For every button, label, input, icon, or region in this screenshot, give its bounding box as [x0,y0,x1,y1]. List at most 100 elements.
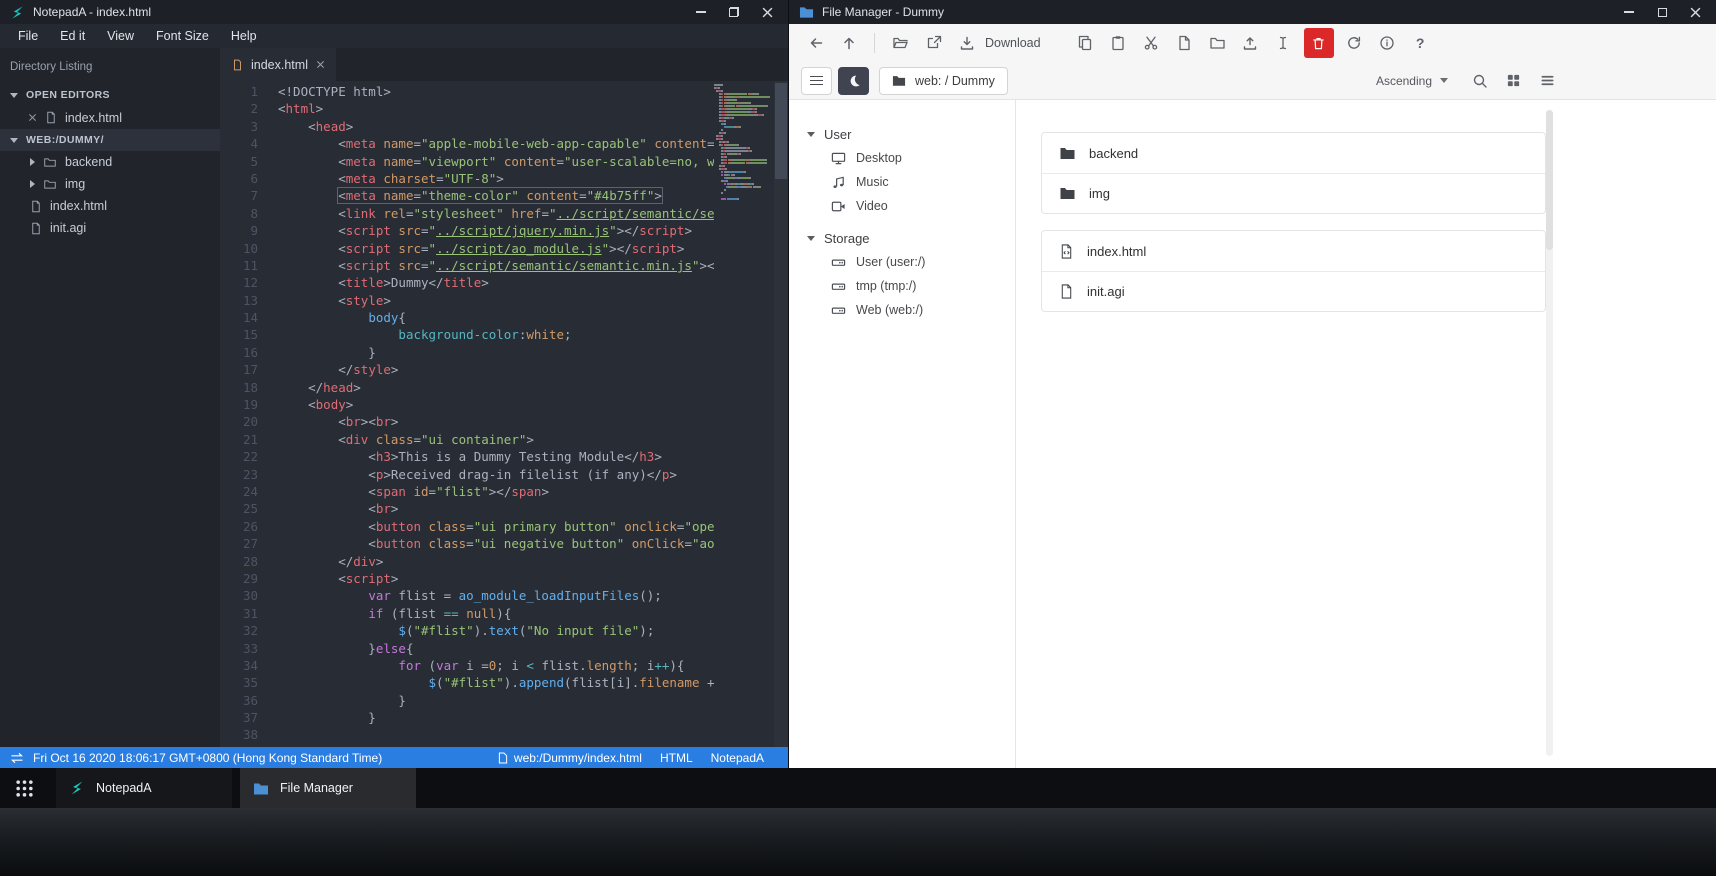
status-language[interactable]: HTML [660,751,693,765]
code-line-10[interactable]: 10 <script src="../script/ao_module.js">… [220,240,714,257]
list-view-button[interactable] [1531,66,1564,96]
sidebar-section-user[interactable]: User [807,122,1015,146]
code-line-12[interactable]: 12 <title>Dummy</title> [220,274,714,291]
code-line-33[interactable]: 33 }else{ [220,640,714,657]
scrollbar-thumb[interactable] [775,83,787,179]
code-line-8[interactable]: 8 <link rel="stylesheet" href="../script… [220,205,714,222]
new-file-button[interactable] [1168,28,1201,58]
file-list-scrollbar[interactable] [1546,110,1553,756]
file-row-init-agi[interactable]: init.agi [1042,271,1545,311]
code-line-31[interactable]: 31 if (flist == null){ [220,605,714,622]
up-button[interactable] [832,28,865,58]
code-line-1[interactable]: 1 <!DOCTYPE html> [220,83,714,100]
code-line-24[interactable]: 24 <span id="flist"></span> [220,483,714,500]
code-line-38[interactable]: 38 [220,726,714,743]
file-row-img[interactable]: img [1042,173,1545,213]
scrollbar-thumb[interactable] [1546,110,1553,250]
close-button[interactable] [760,5,774,19]
status-app-name[interactable]: NotepadA [711,751,764,765]
sidebar-item-music[interactable]: Music [807,170,1015,194]
code-line-3[interactable]: 3 <head> [220,118,714,135]
sidebar-item-video[interactable]: Video [807,194,1015,218]
tree-item-index-html[interactable]: index.html [0,195,220,217]
code-line-18[interactable]: 18 </head> [220,379,714,396]
minimize-button[interactable] [1622,5,1636,19]
code-line-28[interactable]: 28 </div> [220,553,714,570]
sort-dropdown[interactable]: Ascending [1370,70,1454,92]
refresh-button[interactable] [1338,28,1371,58]
tab-index-html[interactable]: index.html [220,48,336,81]
search-button[interactable] [1463,66,1496,96]
code-line-35[interactable]: 35 $("#flist").append(flist[i].filename … [220,674,714,691]
code-line-17[interactable]: 17 </style> [220,361,714,378]
open-editors-header[interactable]: OPEN EDITORS [0,84,220,106]
maximize-button[interactable] [1655,5,1669,19]
editor-scrollbar[interactable] [774,81,788,747]
tree-item-backend[interactable]: backend [0,151,220,173]
code-line-34[interactable]: 34 for (var i =0; i < flist.length; i++)… [220,657,714,674]
cut-button[interactable] [1135,28,1168,58]
close-icon[interactable] [28,113,37,122]
code-line-19[interactable]: 19 <body> [220,396,714,413]
open-in-new-window-button[interactable] [917,28,950,58]
download-button[interactable] [950,28,983,58]
sidebar-item-desktop[interactable]: Desktop [807,146,1015,170]
sidebar-section-storage[interactable]: Storage [807,226,1015,250]
file-row-backend[interactable]: backend [1042,133,1545,173]
help-button[interactable]: ? [1404,28,1437,58]
notepada-titlebar[interactable]: NotepadA - index.html [0,0,788,24]
code-line-4[interactable]: 4 <meta name="apple-mobile-web-app-capab… [220,135,714,152]
sidebar-item-user-drive[interactable]: User (user:/) [807,250,1015,274]
code-line-14[interactable]: 14 body{ [220,309,714,326]
status-file-path[interactable]: web:/Dummy/index.html [498,751,642,765]
paste-button[interactable] [1102,28,1135,58]
path-display[interactable]: web: / Dummy [879,66,1008,95]
new-folder-button[interactable] [1201,28,1234,58]
code-line-11[interactable]: 11 <script src="../script/semantic/seman… [220,257,714,274]
tab-close-icon[interactable] [316,60,325,69]
code-line-30[interactable]: 30 var flist = ao_module_loadInputFiles(… [220,587,714,604]
menu-help[interactable]: Help [221,26,267,46]
filemanager-titlebar[interactable]: File Manager - Dummy [789,0,1716,24]
delete-button[interactable] [1303,28,1334,58]
download-label[interactable]: Download [985,36,1041,50]
code-line-2[interactable]: 2 <html> [220,100,714,117]
code-line-25[interactable]: 25 <br> [220,500,714,517]
tree-item-init-agi[interactable]: init.agi [0,217,220,239]
code-line-37[interactable]: 37 } [220,709,714,726]
code-line-27[interactable]: 27 <button class="ui negative button" on… [220,535,714,552]
close-button[interactable] [1688,5,1702,19]
code-line-32[interactable]: 32 $("#flist").text("No input file"); [220,622,714,639]
code-line-21[interactable]: 21 <div class="ui container"> [220,431,714,448]
properties-button[interactable] [1371,28,1404,58]
taskbar-item-notepada[interactable]: NotepadA [56,768,232,808]
start-menu-button[interactable] [0,768,48,808]
code-line-29[interactable]: 29 <script> [220,570,714,587]
minimap[interactable] [714,84,772,201]
menu-edit[interactable]: Ed it [50,26,95,46]
taskbar-item-file-manager[interactable]: File Manager [240,768,416,808]
grid-view-button[interactable] [1497,66,1530,96]
menu-view[interactable]: View [97,26,144,46]
code-line-22[interactable]: 22 <h3>This is a Dummy Testing Module</h… [220,448,714,465]
open-editor-item[interactable]: index.html [0,106,220,129]
code-line-23[interactable]: 23 <p>Received drag-in filelist (if any)… [220,466,714,483]
file-row-index-html[interactable]: index.html [1042,231,1545,271]
code-editor[interactable]: 1 <!DOCTYPE html> 2 <html> 3 <head> 4 <meta n… [220,83,714,747]
minimize-button[interactable] [694,5,708,19]
menu-font-size[interactable]: Font Size [146,26,219,46]
code-line-16[interactable]: 16 } [220,344,714,361]
code-line-13[interactable]: 13 <style> [220,292,714,309]
code-line-39[interactable]: 39 function openFileSelector(){ [220,744,714,747]
code-line-7[interactable]: 7 <meta name="theme-color" content="#4b7… [220,187,714,205]
code-line-5[interactable]: 5 <meta name="viewport" content="user-sc… [220,153,714,170]
code-line-20[interactable]: 20 <br><br> [220,413,714,430]
restore-button[interactable] [727,5,741,19]
copy-button[interactable] [1069,28,1102,58]
code-line-9[interactable]: 9 <script src="../script/jquery.min.js">… [220,222,714,239]
menu-button[interactable] [801,66,832,95]
workspace-header[interactable]: WEB:/DUMMY/ [0,129,220,151]
sidebar-item-tmp-drive[interactable]: tmp (tmp:/) [807,274,1015,298]
dark-mode-button[interactable] [838,66,869,95]
tree-item-img[interactable]: img [0,173,220,195]
